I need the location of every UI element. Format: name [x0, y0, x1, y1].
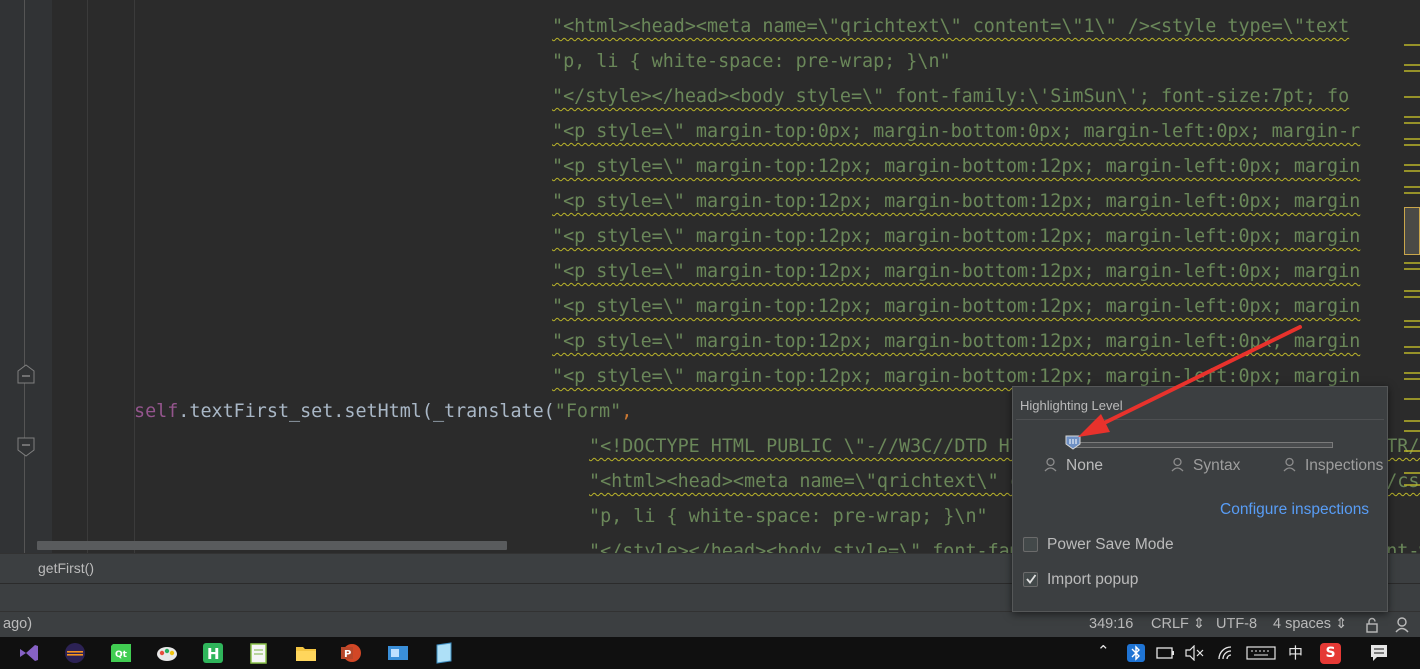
level-option-none[interactable]: None: [1043, 457, 1103, 475]
power-save-checkbox[interactable]: [1023, 537, 1038, 552]
bluetooth-icon[interactable]: [1127, 644, 1145, 662]
code-line: "<html><head><meta name=\"qrichtext\" co…: [552, 16, 1350, 37]
notepad-icon[interactable]: [432, 641, 456, 665]
form-string: "Form": [554, 401, 622, 422]
power-save-label: Power Save Mode: [1047, 536, 1174, 553]
visual-studio-icon[interactable]: [17, 641, 41, 665]
inspector-full-icon: [1283, 457, 1296, 472]
code-line: "<p style=\" margin-top:12px; margin-bot…: [552, 156, 1361, 177]
highlighting-level-popup: Highlighting Level None Syntax Inspectio…: [1012, 386, 1388, 612]
editor-gutter: [0, 0, 52, 553]
line-separator-label: CRLF: [1151, 616, 1189, 632]
qt-creator-icon[interactable]: Qt: [109, 641, 133, 665]
vertical-scroll-thumb[interactable]: [1404, 207, 1420, 255]
method-call: .textFirst_set.setHtml(_translate(: [178, 401, 555, 422]
import-popup-label: Import popup: [1047, 571, 1139, 588]
fold-start-icon[interactable]: [16, 436, 36, 458]
lock-icon[interactable]: [1364, 617, 1380, 633]
level-option-inspections[interactable]: Inspections: [1282, 457, 1383, 475]
comma: ,: [621, 401, 633, 422]
updown-arrow-icon: ⇕: [1192, 616, 1206, 632]
hbuilder-icon[interactable]: H: [201, 641, 225, 665]
code-line: "</style></head><body style=\" font-fami…: [552, 86, 1350, 107]
code-line: "<p style=\" margin-top:12px; margin-bot…: [552, 296, 1361, 317]
control-panel-icon[interactable]: [386, 641, 410, 665]
powerpoint-icon[interactable]: P: [339, 641, 363, 665]
keyboard-icon[interactable]: [1246, 645, 1276, 661]
indent-guide: [134, 0, 135, 553]
level-option-syntax[interactable]: Syntax: [1170, 457, 1240, 475]
ime-indicator[interactable]: 中: [1288, 642, 1303, 663]
volume-muted-icon[interactable]: [1185, 645, 1205, 661]
error-stripe[interactable]: [1402, 0, 1420, 553]
code-line: "<p style=\" margin-top:12px; margin-bot…: [552, 261, 1361, 282]
updown-arrow-icon: ⇕: [1335, 616, 1348, 632]
level-label-inspections: Inspections: [1305, 457, 1384, 474]
svg-text:Qt: Qt: [115, 650, 128, 660]
wifi-icon[interactable]: [1217, 645, 1237, 661]
self-keyword: self: [134, 401, 179, 422]
status-message[interactable]: ago): [3, 616, 32, 632]
level-label-none: None: [1066, 457, 1104, 474]
inspector-syntax-icon: [1171, 457, 1184, 472]
highlighting-level-slider[interactable]: [1074, 442, 1333, 448]
fold-line: [24, 0, 25, 553]
windows-taskbar: Qt H P ⌃ 中 S: [0, 637, 1420, 669]
svg-text:P: P: [344, 649, 351, 660]
code-line: "<p style=\" margin-top:12px; margin-bot…: [552, 191, 1361, 212]
notification-icon[interactable]: [1369, 643, 1389, 663]
indent-guide: [87, 0, 88, 553]
code-line: "<p style=\" margin-top:0px; margin-bott…: [552, 121, 1361, 142]
inspector-none-icon: [1044, 457, 1057, 472]
hector-inspector-icon[interactable]: [1393, 616, 1411, 634]
indent-widget[interactable]: 4 spaces ⇕: [1273, 616, 1347, 632]
code-line: "<p style=\" margin-top:12px; margin-bot…: [552, 226, 1361, 247]
power-save-row[interactable]: Power Save Mode: [1023, 536, 1174, 554]
slider-thumb[interactable]: [1065, 435, 1081, 450]
code-line-sethtml: self.textFirst_set.setHtml(_translate("F…: [134, 401, 632, 423]
divider: [1016, 419, 1384, 420]
popup-title: Highlighting Level: [1020, 398, 1123, 413]
code-line: "<p style=\" margin-top:12px; margin-bot…: [552, 331, 1361, 352]
fold-end-icon[interactable]: [16, 363, 36, 385]
import-popup-row[interactable]: Import popup: [1023, 571, 1138, 589]
horizontal-scrollbar[interactable]: [37, 541, 507, 550]
sogou-ime-icon[interactable]: S: [1320, 643, 1341, 664]
checkmark-icon: [1026, 574, 1037, 584]
code-line: "p, li { white-space: pre-wrap; }\n": [552, 51, 951, 72]
eclipse-icon[interactable]: [63, 641, 87, 665]
code-line: "<p style=\" margin-top:12px; margin-bot…: [552, 366, 1361, 387]
line-separator-widget[interactable]: CRLF ⇕: [1151, 616, 1205, 632]
indent-label: 4 spaces: [1273, 616, 1332, 632]
status-bar: ago) 349:16 CRLF ⇕ UTF-8 4 spaces ⇕: [0, 611, 1420, 637]
code-line: "p, li { white-space: pre-wrap; }\n": [589, 506, 988, 527]
configure-inspections-link[interactable]: Configure inspections: [1220, 501, 1369, 519]
level-label-syntax: Syntax: [1193, 457, 1241, 474]
paint-app-icon[interactable]: [155, 641, 179, 665]
import-popup-checkbox[interactable]: [1023, 572, 1038, 587]
notepad-plus-icon[interactable]: [247, 641, 271, 665]
file-explorer-icon[interactable]: [294, 641, 318, 665]
encoding-widget[interactable]: UTF-8: [1216, 616, 1257, 632]
svg-text:H: H: [207, 645, 220, 663]
battery-icon[interactable]: [1156, 645, 1176, 661]
chevron-up-icon[interactable]: ⌃: [1097, 642, 1110, 660]
breadcrumb-item[interactable]: getFirst(): [38, 560, 94, 576]
caret-position[interactable]: 349:16: [1089, 616, 1133, 632]
